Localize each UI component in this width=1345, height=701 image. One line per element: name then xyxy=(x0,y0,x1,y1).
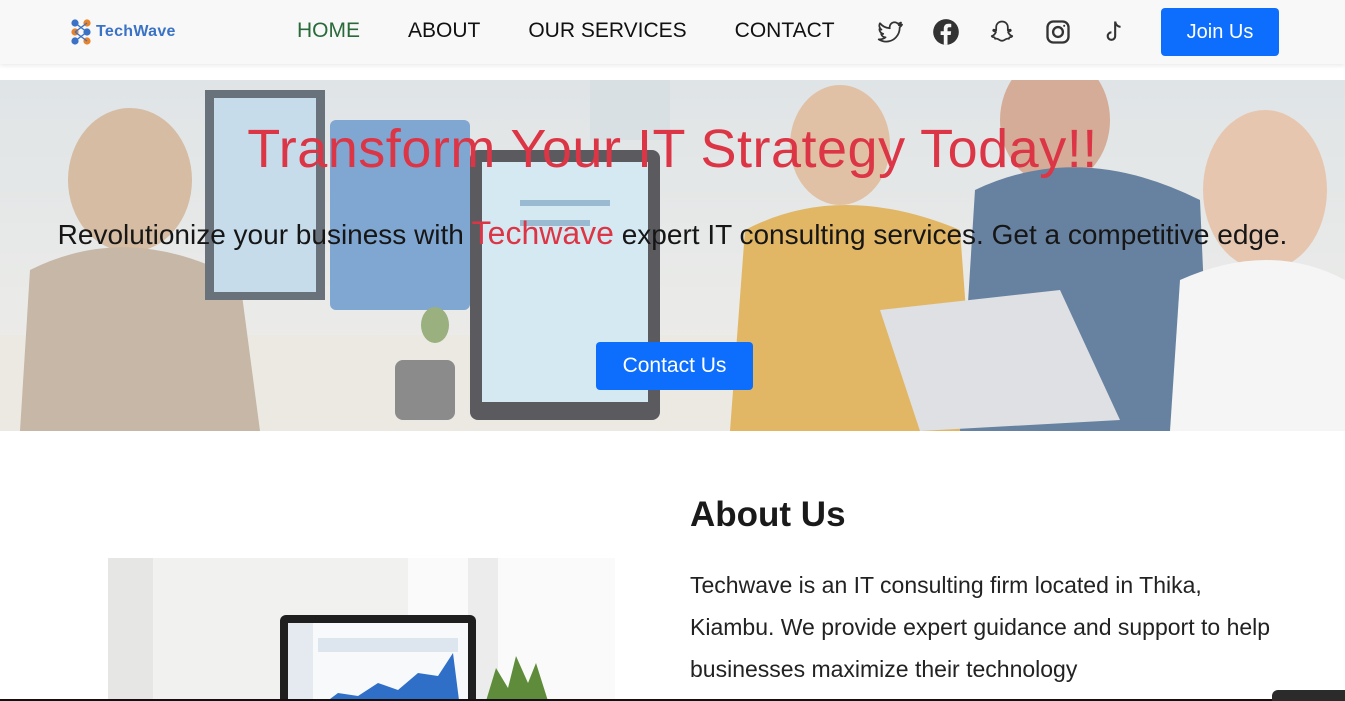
navbar: TechWave HOME ABOUT OUR SERVICES CONTACT xyxy=(0,0,1345,64)
about-heading: About Us xyxy=(690,495,846,534)
brand-name: TechWave xyxy=(96,23,176,40)
brand-logo[interactable]: TechWave xyxy=(70,17,176,47)
about-image xyxy=(108,558,615,701)
social-links xyxy=(876,18,1156,46)
hero-subtitle-start: Revolutionize your business with xyxy=(57,219,472,250)
facebook-icon[interactable] xyxy=(932,18,960,46)
hero-section: Transform Your IT Strategy Today!! Revol… xyxy=(0,80,1345,431)
join-us-button[interactable]: Join Us xyxy=(1161,8,1279,56)
nav-link-services[interactable]: OUR SERVICES xyxy=(528,17,686,45)
hero-subtitle-brand: Techwave xyxy=(471,215,614,251)
logo-icon xyxy=(71,19,91,45)
snapchat-icon[interactable] xyxy=(988,18,1016,46)
instagram-icon[interactable] xyxy=(1044,18,1072,46)
tiktok-icon[interactable] xyxy=(1100,18,1128,46)
nav-link-home[interactable]: HOME xyxy=(297,17,360,45)
hero-title: Transform Your IT Strategy Today!! xyxy=(247,119,1098,179)
about-text: Techwave is an IT consulting firm locate… xyxy=(690,572,1271,682)
nav-link-contact[interactable]: CONTACT xyxy=(735,17,835,45)
contact-us-button[interactable]: Contact Us xyxy=(596,342,753,390)
corner-widget[interactable] xyxy=(1272,690,1345,701)
hero-subtitle-end: expert IT consulting services. Get a com… xyxy=(613,219,1288,250)
nav-link-about[interactable]: ABOUT xyxy=(408,17,480,45)
hero-subtitle: Revolutionize your business with Techwav… xyxy=(40,212,1305,256)
main-nav: HOME ABOUT OUR SERVICES CONTACT xyxy=(297,17,883,45)
twitter-icon[interactable] xyxy=(876,18,904,46)
